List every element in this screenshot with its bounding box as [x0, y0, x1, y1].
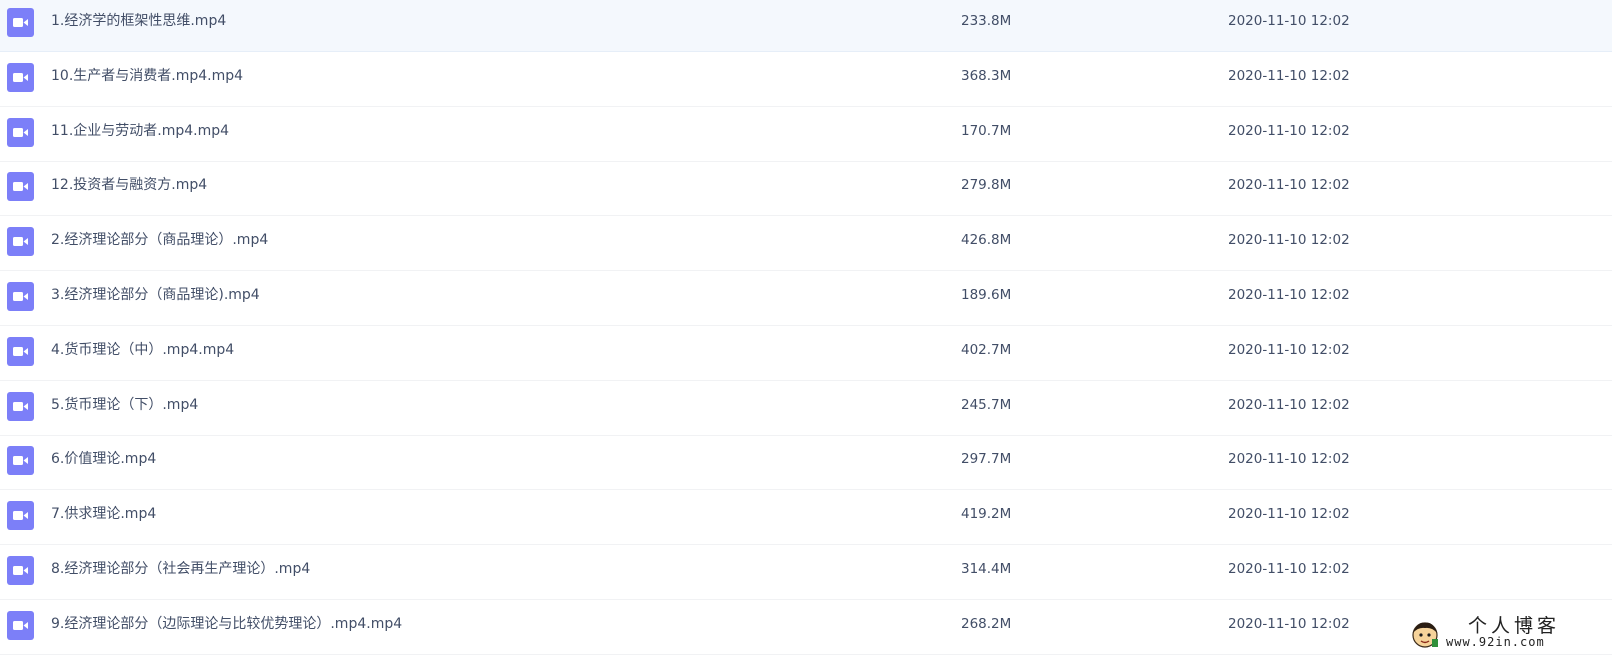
file-date: 2020-11-10 12:02	[1228, 13, 1350, 29]
file-date: 2020-11-10 12:02	[1228, 177, 1350, 193]
file-row[interactable]: 11.企业与劳动者.mp4.mp4 170.7M 2020-11-10 12:0…	[0, 107, 1612, 162]
file-row[interactable]: 5.货币理论（下）.mp4 245.7M 2020-11-10 12:02	[0, 381, 1612, 436]
blog-watermark: 个人博客 www.92in.com	[1410, 611, 1600, 653]
file-size: 314.4M	[961, 561, 1012, 577]
file-size: 170.7M	[961, 123, 1012, 139]
file-row[interactable]: 6.价值理论.mp4 297.7M 2020-11-10 12:02	[0, 435, 1612, 490]
file-size: 233.8M	[961, 13, 1012, 29]
file-date: 2020-11-10 12:02	[1228, 342, 1350, 358]
video-file-icon	[7, 392, 34, 421]
video-file-icon	[7, 118, 34, 147]
file-size: 189.6M	[961, 287, 1012, 303]
file-date: 2020-11-10 12:02	[1228, 68, 1350, 84]
video-file-icon	[7, 611, 34, 640]
file-row[interactable]: 7.供求理论.mp4 419.2M 2020-11-10 12:02	[0, 490, 1612, 545]
video-file-icon	[7, 446, 34, 475]
file-row[interactable]: 1.经济学的框架性思维.mp4 233.8M 2020-11-10 12:02	[0, 0, 1612, 52]
file-name[interactable]: 4.货币理论（中）.mp4.mp4	[51, 326, 234, 375]
file-size: 279.8M	[961, 177, 1012, 193]
file-row[interactable]: 4.货币理论（中）.mp4.mp4 402.7M 2020-11-10 12:0…	[0, 326, 1612, 381]
video-file-icon	[7, 172, 34, 201]
file-size: 426.8M	[961, 232, 1012, 248]
file-name[interactable]: 5.货币理论（下）.mp4	[51, 381, 198, 430]
file-name[interactable]: 1.经济学的框架性思维.mp4	[51, 0, 226, 46]
file-row[interactable]: 12.投资者与融资方.mp4 279.8M 2020-11-10 12:02	[0, 161, 1612, 216]
file-date: 2020-11-10 12:02	[1228, 123, 1350, 139]
file-size: 368.3M	[961, 68, 1012, 84]
file-name[interactable]: 6.价值理论.mp4	[51, 435, 156, 484]
file-name[interactable]: 9.经济理论部分（边际理论与比较优势理论）.mp4.mp4	[51, 600, 402, 649]
video-file-icon	[7, 63, 34, 92]
file-name[interactable]: 2.经济理论部分（商品理论）.mp4	[51, 216, 268, 265]
file-date: 2020-11-10 12:02	[1228, 451, 1350, 467]
file-size: 297.7M	[961, 451, 1012, 467]
cartoon-avatar-icon	[1410, 619, 1440, 649]
file-date: 2020-11-10 12:02	[1228, 561, 1350, 577]
file-name[interactable]: 3.经济理论部分（商品理论).mp4	[51, 271, 260, 320]
video-file-icon	[7, 227, 34, 256]
file-date: 2020-11-10 12:02	[1228, 232, 1350, 248]
file-row[interactable]: 3.经济理论部分（商品理论).mp4 189.6M 2020-11-10 12:…	[0, 271, 1612, 326]
file-name[interactable]: 10.生产者与消费者.mp4.mp4	[51, 52, 243, 101]
file-name[interactable]: 7.供求理论.mp4	[51, 490, 156, 539]
file-name[interactable]: 11.企业与劳动者.mp4.mp4	[51, 107, 229, 156]
file-list: 1.经济学的框架性思维.mp4 233.8M 2020-11-10 12:02 …	[0, 0, 1612, 659]
video-file-icon	[7, 556, 34, 585]
video-file-icon	[7, 8, 34, 37]
file-date: 2020-11-10 12:02	[1228, 397, 1350, 413]
watermark-url: www.92in.com	[1446, 635, 1545, 649]
video-file-icon	[7, 282, 34, 311]
file-row[interactable]: 9.经济理论部分（边际理论与比较优势理论）.mp4.mp4 268.2M 202…	[0, 600, 1612, 655]
file-date: 2020-11-10 12:02	[1228, 287, 1350, 303]
file-row[interactable]: 8.经济理论部分（社会再生产理论）.mp4 314.4M 2020-11-10 …	[0, 545, 1612, 600]
file-size: 402.7M	[961, 342, 1012, 358]
file-row[interactable]: 10.生产者与消费者.mp4.mp4 368.3M 2020-11-10 12:…	[0, 52, 1612, 107]
video-file-icon	[7, 337, 34, 366]
file-row[interactable]: 2.经济理论部分（商品理论）.mp4 426.8M 2020-11-10 12:…	[0, 216, 1612, 271]
file-date: 2020-11-10 12:02	[1228, 506, 1350, 522]
file-size: 419.2M	[961, 506, 1012, 522]
video-file-icon	[7, 501, 34, 530]
file-name[interactable]: 8.经济理论部分（社会再生产理论）.mp4	[51, 545, 310, 594]
file-size: 245.7M	[961, 397, 1012, 413]
watermark-title: 个人博客	[1468, 615, 1561, 637]
file-date: 2020-11-10 12:02	[1228, 616, 1350, 632]
file-size: 268.2M	[961, 616, 1012, 632]
file-name[interactable]: 12.投资者与融资方.mp4	[51, 161, 207, 210]
